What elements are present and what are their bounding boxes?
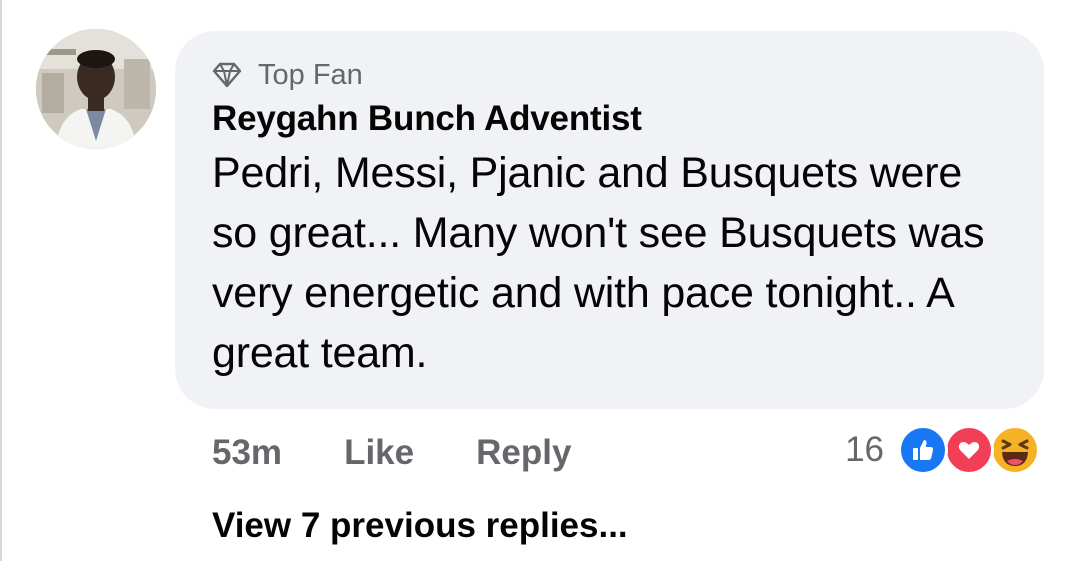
comment-text: Pedri, Messi, Pjanic and Busquets were s…: [212, 149, 985, 377]
user-avatar-icon: [36, 29, 156, 149]
reply-button[interactable]: Reply: [476, 433, 571, 473]
reaction-count: 16: [845, 430, 884, 469]
like-button[interactable]: Like: [344, 433, 414, 473]
thread-line: [0, 0, 2, 561]
comment-author[interactable]: Reygahn Bunch Adventist: [212, 99, 1044, 139]
top-fan-badge: Top Fan: [212, 57, 1044, 93]
comment-bubble: Top Fan Reygahn Bunch Adventist Pedri, M…: [175, 31, 1044, 409]
haha-icon: [990, 425, 1040, 475]
comment-actions: 53m Like Reply: [212, 430, 571, 476]
love-icon: [944, 425, 994, 475]
view-previous-replies-link[interactable]: View 7 previous replies...: [212, 503, 628, 549]
like-icon: [898, 425, 948, 475]
badge-label: Top Fan: [258, 58, 363, 91]
reactions-summary[interactable]: 16: [845, 424, 1044, 476]
timestamp[interactable]: 53m: [212, 433, 282, 473]
diamond-icon: [212, 62, 242, 88]
reaction-icons: [898, 425, 1044, 475]
avatar[interactable]: [36, 29, 156, 149]
